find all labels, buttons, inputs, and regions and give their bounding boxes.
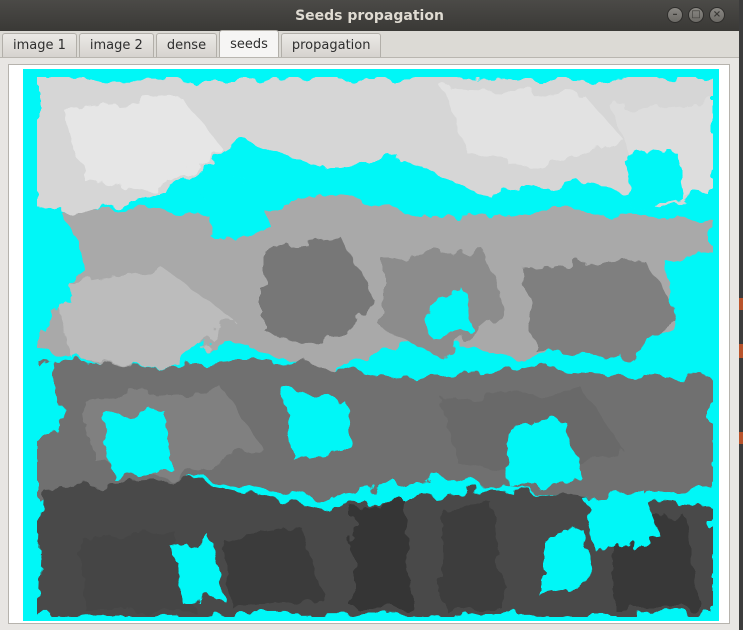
tab-label: dense <box>166 38 207 53</box>
maximize-button[interactable]: □ <box>688 7 704 23</box>
tab-dense[interactable]: dense <box>155 33 218 57</box>
tab-label: image 2 <box>89 38 143 53</box>
window-title: Seeds propagation <box>295 7 444 24</box>
edge-accent <box>739 344 743 358</box>
seeds-image-graphic <box>23 69 719 621</box>
minimize-icon: – <box>672 9 678 20</box>
window-controls: – □ × <box>667 7 725 23</box>
tab-image-1[interactable]: image 1 <box>2 33 77 57</box>
edge-accent <box>739 298 743 310</box>
tab-seeds[interactable]: seeds <box>219 30 279 57</box>
application-window: Seeds propagation – □ × image 1 image 2 … <box>0 0 739 630</box>
background-window-edge <box>739 0 743 630</box>
tab-label: image 1 <box>13 38 66 53</box>
edge-accent <box>739 432 743 444</box>
tab-bar: image 1 image 2 dense seeds propagation <box>0 30 739 58</box>
tab-image-2[interactable]: image 2 <box>78 33 154 57</box>
tab-label: propagation <box>291 38 371 53</box>
tab-label: seeds <box>230 36 268 52</box>
tab-propagation[interactable]: propagation <box>280 33 382 57</box>
close-icon: × <box>712 9 722 20</box>
minimize-button[interactable]: – <box>667 7 683 23</box>
maximize-icon: □ <box>691 9 701 20</box>
title-bar[interactable]: Seeds propagation – □ × <box>0 0 739 31</box>
close-button[interactable]: × <box>709 7 725 23</box>
seeds-image <box>23 69 719 621</box>
image-frame <box>8 64 730 624</box>
tab-content <box>0 58 739 630</box>
